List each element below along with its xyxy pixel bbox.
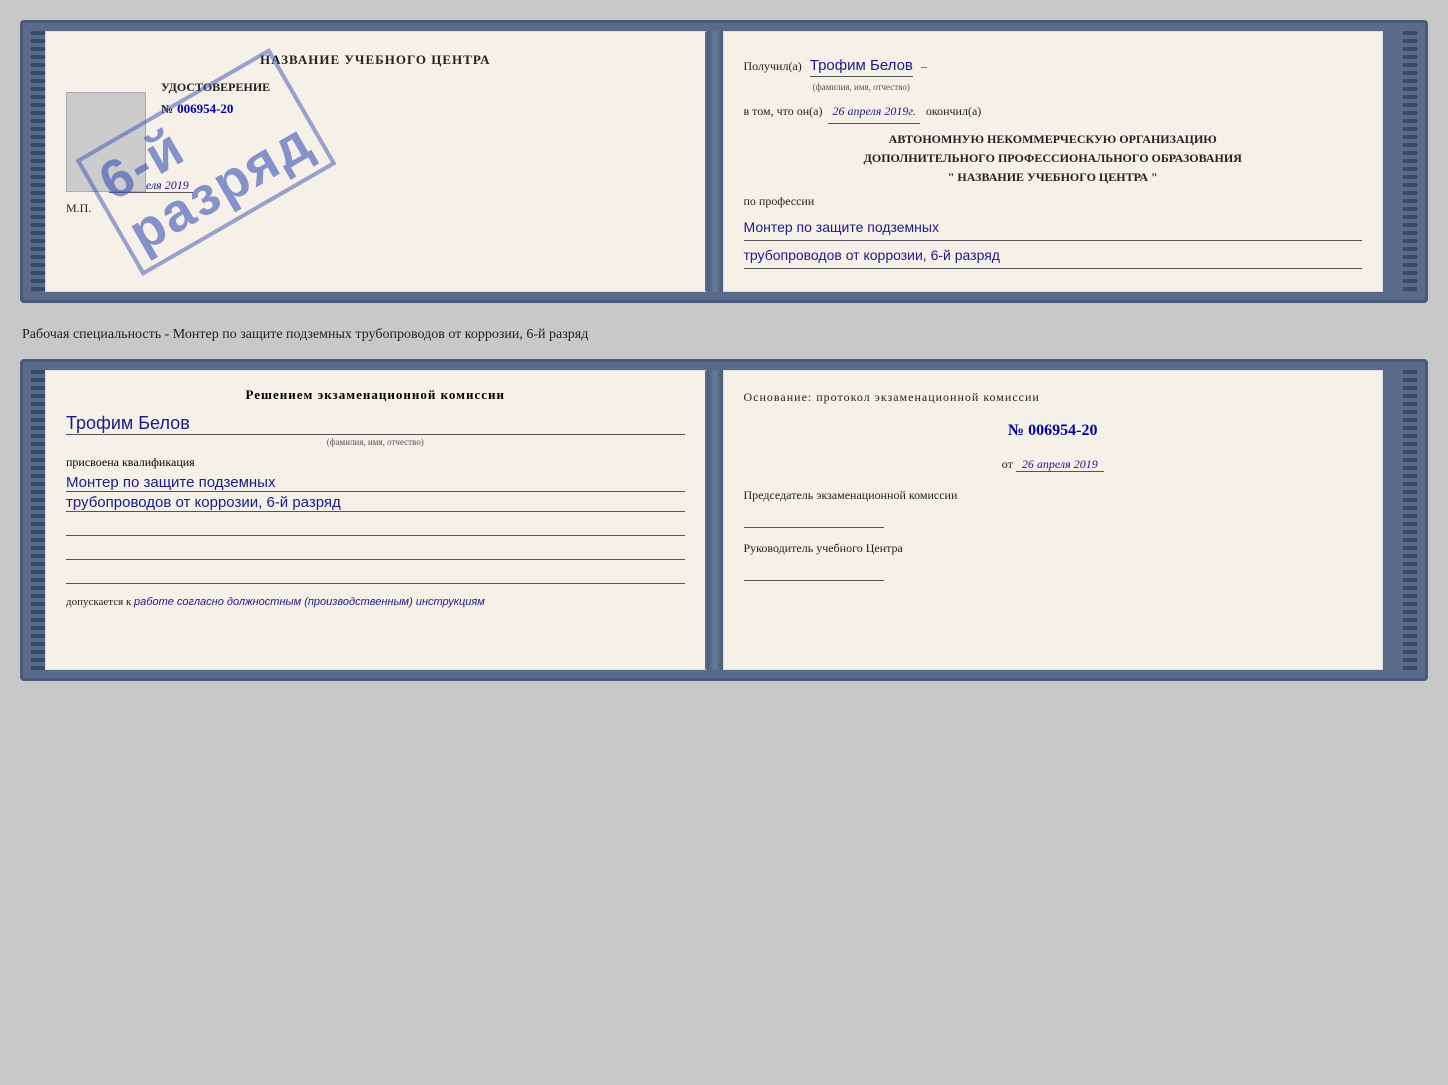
blank-line-1: [66, 516, 685, 536]
bottom-right-border-strip: [1403, 370, 1417, 670]
right-decorative-marks: – – и а ← – – – –: [1383, 31, 1403, 292]
left-border-strip: [31, 31, 45, 292]
resolution-title: Решением экзаменационной комиссии: [66, 387, 685, 403]
org-line3: " НАЗВАНИЕ УЧЕБНОГО ЦЕНТРА ": [948, 170, 1158, 184]
bottom-date-prefix: от: [1002, 457, 1013, 471]
profession-area: по профессии Монтер по защите подземных …: [744, 191, 1363, 269]
cert-label: УДОСТОВЕРЕНИЕ: [161, 80, 270, 94]
qual-line1: Монтер по защите подземных: [66, 474, 685, 492]
date-line: в том, что он(а) 26 апреля 2019г. окончи…: [744, 101, 1363, 124]
director-sig-line: [744, 561, 884, 581]
top-cert-left: НАЗВАНИЕ УЧЕБНОГО ЦЕНТРА 6-й разряд УДОС…: [45, 31, 707, 292]
recipient-name: Трофим Белов: [810, 57, 913, 77]
cert-number-area: УДОСТОВЕРЕНИЕ № 006954-20: [66, 78, 685, 118]
bottom-date-value: 26 апреля 2019: [1016, 457, 1104, 472]
bottom-date: от 26 апреля 2019: [744, 454, 1363, 476]
top-cert-title: НАЗВАНИЕ УЧЕБНОГО ЦЕНТРА: [66, 52, 685, 68]
org-text: АВТОНОМНУЮ НЕКОММЕРЧЕСКУЮ ОРГАНИЗАЦИЮ ДО…: [744, 130, 1363, 188]
bottom-person-hint: (фамилия, имя, отчество): [66, 437, 685, 447]
bottom-cert-left: Решением экзаменационной комиссии Трофим…: [45, 370, 707, 670]
qual-line2: трубопроводов от коррозии, 6-й разряд: [66, 494, 685, 512]
photo-placeholder: [66, 92, 146, 192]
mp-label: М.П.: [66, 201, 685, 216]
bottom-cert-spine: [707, 370, 723, 670]
bottom-certificate: Решением экзаменационной комиссии Трофим…: [20, 359, 1428, 681]
received-label: Получил(а): [744, 56, 802, 78]
cert-spine: [707, 31, 723, 292]
допускается-prefix: допускается к: [66, 596, 131, 608]
issued-date-area: Выдано 26 апреля 2019: [66, 178, 685, 193]
date-prefix: в том, что он(а): [744, 101, 823, 123]
director-label: Руководитель учебного Центра: [744, 540, 1363, 557]
protocol-number: № 006954-20: [744, 417, 1363, 446]
допускается-area: допускается к работе согласно должностны…: [66, 596, 685, 608]
bottom-left-border-strip: [31, 370, 45, 670]
basis-title: Основание: протокол экзаменационной коми…: [744, 387, 1363, 409]
date-value: 26 апреля 2019г.: [828, 101, 919, 124]
commission-label: Председатель экзаменационной комиссии: [744, 487, 1363, 504]
signature-section: Председатель экзаменационной комиссии Ру…: [744, 487, 1363, 581]
finished-label: окончил(а): [926, 101, 981, 123]
bottom-right-decorative-marks: – – и а ← – – – –: [1383, 370, 1403, 670]
profession-label: по профессии: [744, 194, 815, 208]
top-certificate: НАЗВАНИЕ УЧЕБНОГО ЦЕНТРА 6-й разряд УДОС…: [20, 20, 1428, 303]
top-cert-right: Получил(а) Трофим Белов (фамилия, имя, о…: [723, 31, 1384, 292]
right-border-strip: [1403, 31, 1417, 292]
recipient-line: Получил(а) Трофим Белов (фамилия, имя, о…: [744, 52, 1363, 95]
org-line2: ДОПОЛНИТЕЛЬНОГО ПРОФЕССИОНАЛЬНОГО ОБРАЗО…: [864, 151, 1242, 165]
cert-number: 006954-20: [177, 101, 233, 116]
blank-line-3: [66, 564, 685, 584]
bottom-person-area: Трофим Белов (фамилия, имя, отчество): [66, 413, 685, 447]
cert-right-content: Получил(а) Трофим Белов (фамилия, имя, о…: [744, 52, 1363, 269]
bottom-person-name: Трофим Белов: [66, 413, 685, 435]
assigned-qual-label: присвоена квалификация: [66, 455, 685, 470]
blank-line-2: [66, 540, 685, 560]
commission-sig-line: [744, 508, 884, 528]
cert-number-prefix: №: [161, 102, 173, 116]
bottom-cert-right: Основание: протокол экзаменационной коми…: [723, 370, 1384, 670]
info-text: Рабочая специальность - Монтер по защите…: [20, 321, 1428, 349]
org-line1: АВТОНОМНУЮ НЕКОММЕРЧЕСКУЮ ОРГАНИЗАЦИЮ: [889, 132, 1217, 146]
profession-line2: трубопроводов от коррозии, 6-й разряд: [744, 243, 1363, 269]
profession-line1: Монтер по защите подземных: [744, 215, 1363, 241]
recipient-hint: (фамилия, имя, отчество): [810, 79, 913, 95]
допускается-text: работе согласно должностным (производств…: [134, 596, 485, 608]
